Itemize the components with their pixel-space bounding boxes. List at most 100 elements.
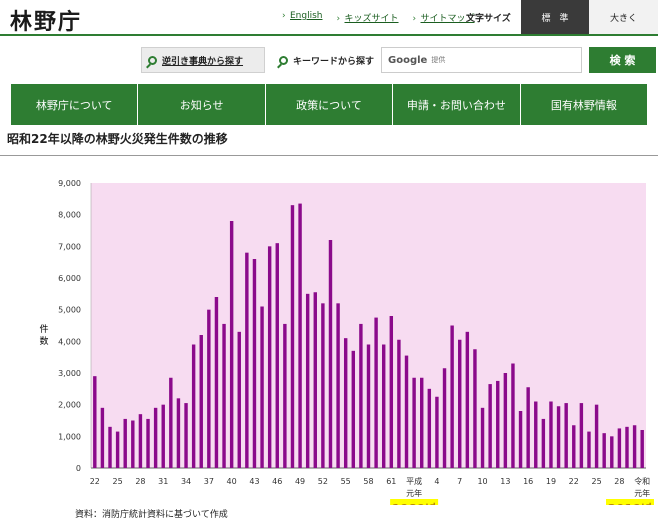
bar xyxy=(298,203,302,469)
x-tick-label: 37 xyxy=(204,477,214,486)
bar xyxy=(237,331,241,468)
x-tick-label: 40 xyxy=(227,477,237,486)
bar xyxy=(473,349,477,468)
kids-site-link[interactable]: › キッズサイト xyxy=(337,11,399,24)
font-size-label: 文字サイズ xyxy=(466,14,511,24)
bar xyxy=(594,404,599,468)
bar xyxy=(450,325,454,468)
y-axis-label-1: 件 xyxy=(39,323,48,335)
bar xyxy=(389,316,394,468)
y-axis-ticks: 0 1,000 2,000 3,000 4,000 5,000 6,000 7,000 8,00… xyxy=(58,179,81,473)
x-tick-label: 31 xyxy=(158,477,168,486)
y-tick-label: 5,000 xyxy=(58,306,81,315)
nav-national-forest[interactable]: 国有林野情報 xyxy=(521,84,647,125)
x-tick-label: 25 xyxy=(113,477,123,486)
bar xyxy=(412,377,416,468)
x-tick-label: 令和 xyxy=(634,476,650,486)
bar xyxy=(351,350,356,468)
bar xyxy=(123,418,127,468)
bar xyxy=(191,344,196,468)
y-tick-label: 9,000 xyxy=(58,179,81,188)
search-icon xyxy=(148,55,157,65)
bar xyxy=(313,292,317,468)
y-tick-label: 4,000 xyxy=(58,337,81,346)
bar xyxy=(442,368,447,468)
keyword-search-label: キーワードから探す xyxy=(279,47,379,73)
nav-about[interactable]: 林野庁について xyxy=(11,84,139,125)
x-tick-label: 58 xyxy=(363,477,373,486)
bar xyxy=(176,398,181,468)
search-button[interactable]: 検 索 xyxy=(589,47,656,73)
x-tick-label: 52 xyxy=(318,477,328,486)
bar xyxy=(625,426,629,468)
bar xyxy=(587,431,591,468)
english-link[interactable]: › English xyxy=(282,11,323,24)
bar xyxy=(100,407,105,468)
site-logo[interactable]: 林野庁 xyxy=(10,4,82,36)
bar xyxy=(359,323,363,468)
link-arrow-icon: › xyxy=(336,14,341,24)
search-input[interactable]: Google 提供 xyxy=(381,47,582,73)
font-size-large-button[interactable]: 大きく xyxy=(589,0,658,34)
bar xyxy=(496,380,500,468)
bar xyxy=(207,309,211,468)
english-link-label: English xyxy=(290,11,323,21)
page-title: 昭和22年以降の林野火災発生件数の推移 xyxy=(7,132,228,146)
bar xyxy=(549,401,553,468)
bar xyxy=(343,338,348,468)
bar xyxy=(518,411,523,468)
x-tick-label: 28 xyxy=(614,477,624,486)
bar xyxy=(245,252,249,468)
x-tick-label: 16 xyxy=(523,477,533,486)
nav-policy[interactable]: 政策について xyxy=(266,84,394,125)
bar xyxy=(503,373,508,468)
google-label: Google xyxy=(388,54,428,66)
bar xyxy=(480,407,485,468)
bar xyxy=(366,344,371,468)
x-tick-label: 平成 xyxy=(406,476,422,486)
bar xyxy=(435,396,439,468)
kids-site-link-label: キッズサイト xyxy=(344,14,399,24)
y-tick-label: 0 xyxy=(76,464,81,473)
bar xyxy=(169,377,173,468)
reverse-lookup-button[interactable]: 逆引き事典から探す xyxy=(141,47,265,73)
y-tick-label: 7,000 xyxy=(58,242,81,251)
x-tick-label: 61 xyxy=(386,477,396,486)
site-header: 林野庁 › English › キッズサイト › サイトマップ 文字サイズ 標 準 大… xyxy=(0,0,658,36)
bar xyxy=(131,420,135,468)
source-note: 資料：消防庁統計資料に基づいて作成 xyxy=(75,510,228,520)
title-divider xyxy=(0,155,658,156)
x-tick-label: 22 xyxy=(90,477,100,486)
bar xyxy=(138,414,143,468)
x-tick-label: 55 xyxy=(341,477,351,486)
x-tick-label: 22 xyxy=(569,477,579,486)
font-size-standard-button[interactable]: 標 準 xyxy=(521,0,589,34)
bar xyxy=(572,425,576,468)
x-tick-label: 7 xyxy=(457,477,462,486)
bar xyxy=(321,303,325,468)
y-tick-label: 2,000 xyxy=(58,401,81,410)
x-tick-label: 4 xyxy=(434,477,439,486)
y-tick-label: 8,000 xyxy=(58,211,81,220)
bar xyxy=(404,355,409,468)
x-tick-label: 34 xyxy=(181,477,191,486)
bar xyxy=(115,431,120,468)
bar xyxy=(184,403,188,468)
bar xyxy=(534,401,538,468)
bar xyxy=(108,426,112,468)
bar xyxy=(328,240,333,468)
bar xyxy=(260,306,264,468)
search-icon xyxy=(279,55,288,65)
nav-contact[interactable]: 申請・お問い合わせ xyxy=(393,84,521,125)
bar xyxy=(465,331,470,468)
bar xyxy=(556,406,561,468)
nav-news[interactable]: お知らせ xyxy=(138,84,266,125)
x-tick-label: 19 xyxy=(546,477,556,486)
x-tick-label: 46 xyxy=(272,477,282,486)
bar xyxy=(541,418,546,468)
google-provided-label: 提供 xyxy=(431,56,446,64)
bar xyxy=(526,387,530,468)
link-arrow-icon: › xyxy=(282,11,286,21)
x-tick-label-line2: 元年 xyxy=(406,488,422,498)
link-arrow-icon: › xyxy=(412,14,417,24)
